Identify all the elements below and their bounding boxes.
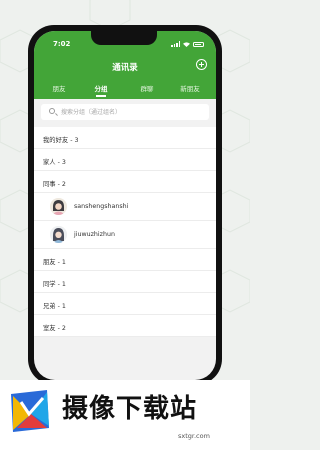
page-title: 通讯录 bbox=[112, 63, 138, 73]
tab-group-chats[interactable]: 群聊 bbox=[127, 83, 167, 93]
group-row-brothers[interactable]: 兄弟 - 1 bbox=[34, 293, 216, 315]
group-label: 同事 - 2 bbox=[43, 181, 66, 188]
group-label: 兄弟 - 1 bbox=[43, 303, 66, 310]
group-row-roommates[interactable]: 室友 - 2 bbox=[34, 315, 216, 337]
group-label: 我的好友 - 3 bbox=[43, 137, 79, 144]
member-row[interactable]: jiuwuzhizhun bbox=[34, 221, 216, 249]
group-label: 朋友 - 1 bbox=[43, 259, 66, 266]
active-tab-indicator bbox=[96, 95, 106, 97]
member-name: jiuwuzhizhun bbox=[74, 231, 115, 238]
group-row-my-friends[interactable]: 我的好友 - 3 bbox=[34, 127, 216, 149]
avatar bbox=[50, 198, 67, 215]
search-icon bbox=[49, 108, 55, 114]
brand-url: sxtgr.com bbox=[178, 432, 210, 440]
group-row-classmates[interactable]: 同学 - 1 bbox=[34, 271, 216, 293]
tab-bar: 朋友 分组 群聊 新朋友 bbox=[34, 83, 216, 97]
search-bar bbox=[34, 99, 216, 127]
status-icons bbox=[171, 41, 204, 47]
group-row-friends[interactable]: 朋友 - 1 bbox=[34, 249, 216, 271]
group-row-colleagues[interactable]: 同事 - 2 bbox=[34, 171, 216, 193]
group-label: 同学 - 1 bbox=[43, 281, 66, 288]
member-row[interactable]: sanshengshanshi bbox=[34, 193, 216, 221]
add-icon[interactable] bbox=[196, 59, 207, 70]
search-box[interactable] bbox=[41, 104, 209, 120]
search-input[interactable] bbox=[61, 104, 201, 120]
tab-friends[interactable]: 朋友 bbox=[39, 83, 79, 93]
phone-notch bbox=[91, 31, 157, 45]
brand-logo-icon bbox=[11, 390, 49, 432]
app-screen: 7:02 通讯录 朋友 分组 群聊 新朋友 我的好友 - 3 bbox=[34, 31, 216, 380]
battery-icon bbox=[193, 41, 204, 47]
tab-new-friends[interactable]: 新朋友 bbox=[170, 83, 210, 93]
member-name: sanshengshanshi bbox=[74, 203, 129, 210]
avatar bbox=[50, 226, 67, 243]
signal-icon bbox=[171, 41, 180, 47]
group-label: 室友 - 2 bbox=[43, 325, 66, 332]
tab-groups[interactable]: 分组 bbox=[81, 83, 121, 93]
status-time: 7:02 bbox=[53, 40, 71, 48]
wifi-icon bbox=[183, 41, 190, 47]
group-label: 家人 - 3 bbox=[43, 159, 66, 166]
brand-name: 摄像下载站 bbox=[62, 394, 198, 424]
group-row-family[interactable]: 家人 - 3 bbox=[34, 149, 216, 171]
